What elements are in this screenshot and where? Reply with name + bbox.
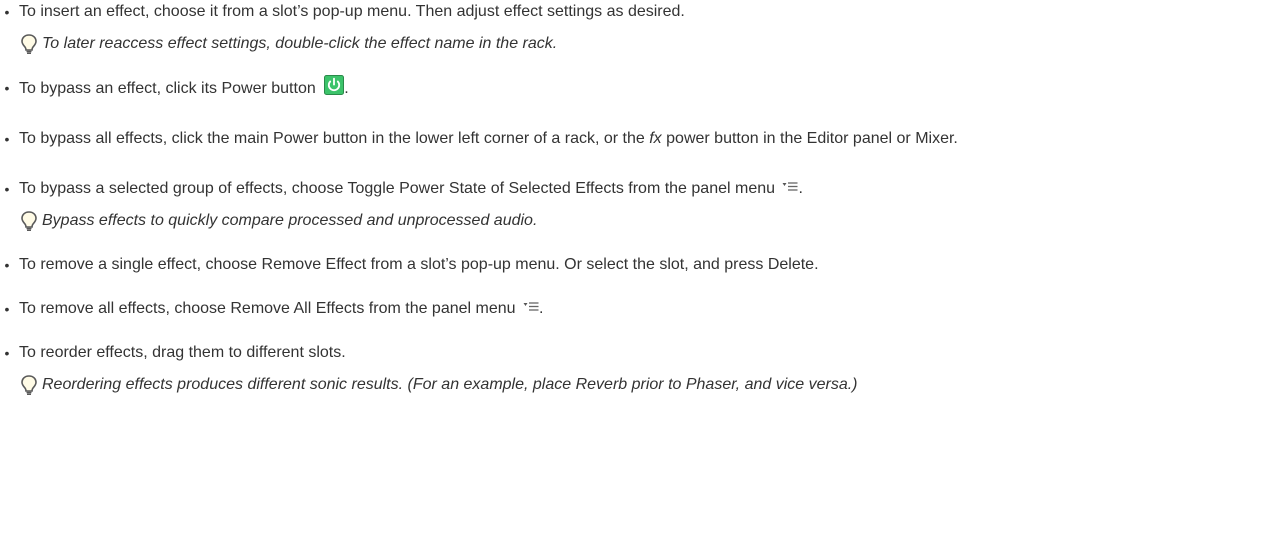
bullet: • xyxy=(4,181,10,197)
item-text: To reorder effects, drag them to differe… xyxy=(19,344,346,361)
item-text: To remove all effects, choose Remove All… xyxy=(19,300,516,317)
power-button-icon xyxy=(324,75,345,95)
item-text: To bypass all effects, click the main Po… xyxy=(19,130,645,147)
list-item: • To remove all effects, choose Remove A… xyxy=(0,296,1283,322)
list-item: • To bypass an effect, click its Power b… xyxy=(0,75,1283,102)
lightbulb-icon xyxy=(21,34,37,55)
item-text-end: . xyxy=(539,300,544,317)
lightbulb-icon xyxy=(21,375,37,396)
list-item: • To insert an effect, choose it from a … xyxy=(0,0,1283,57)
item-text-end: . xyxy=(344,80,349,97)
list-item: • To bypass a selected group of effects,… xyxy=(0,176,1283,234)
tip: Bypass effects to quickly compare proces… xyxy=(19,208,1283,234)
tip: Reordering effects produces different so… xyxy=(19,372,1283,398)
panel-menu-icon xyxy=(523,302,539,311)
item-text: To bypass a selected group of effects, c… xyxy=(19,180,776,197)
list-item: • To bypass all effects, click the main … xyxy=(0,126,1283,152)
item-text: To insert an effect, choose it from a sl… xyxy=(19,3,685,20)
bullet: • xyxy=(4,301,10,317)
tip-text: To later reaccess effect settings, doubl… xyxy=(42,35,558,52)
tip-text: Reordering effects produces different so… xyxy=(42,376,858,393)
bullet: • xyxy=(4,345,10,361)
panel-menu-icon xyxy=(782,182,798,191)
item-text-end: power button in the Editor panel or Mixe… xyxy=(666,130,958,147)
fx-label: fx xyxy=(649,130,662,147)
lightbulb-icon xyxy=(21,211,37,232)
item-text: To remove a single effect, choose Remove… xyxy=(19,256,819,273)
item-text-end: . xyxy=(798,180,803,197)
bullet: • xyxy=(4,257,10,273)
tip: To later reaccess effect settings, doubl… xyxy=(19,31,1283,57)
item-text: To bypass an effect, click its Power but… xyxy=(19,80,316,97)
bullet: • xyxy=(4,80,10,96)
tip-text: Bypass effects to quickly compare proces… xyxy=(42,212,538,229)
list-item: • To reorder effects, drag them to diffe… xyxy=(0,340,1283,398)
bullet: • xyxy=(4,131,10,147)
bullet: • xyxy=(4,4,10,20)
effects-instruction-list: • To insert an effect, choose it from a … xyxy=(0,0,1283,416)
list-item: • To remove a single effect, choose Remo… xyxy=(0,252,1283,278)
